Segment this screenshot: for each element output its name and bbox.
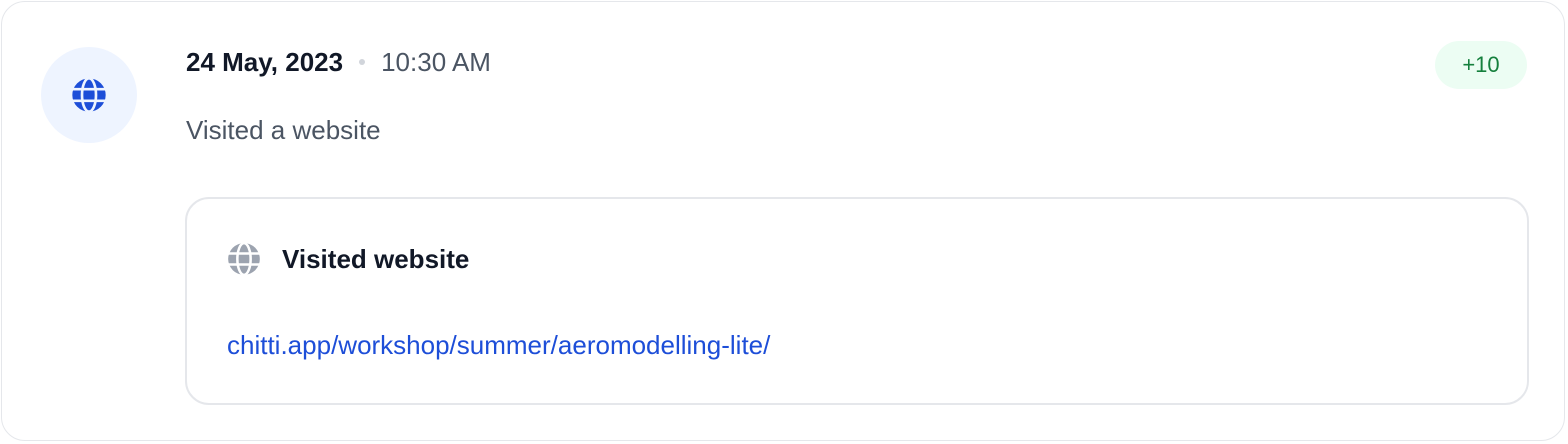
globe-icon: [69, 75, 109, 115]
website-link[interactable]: chitti.app/workshop/summer/aeromodelling…: [227, 327, 770, 363]
separator-dot: [359, 59, 366, 65]
detail-header: Visited website: [225, 239, 469, 279]
activity-description: Visited a website: [186, 115, 381, 145]
activity-date: 24 May, 2023: [186, 47, 344, 77]
activity-time: 10:30 AM: [381, 47, 491, 77]
globe-icon: [225, 240, 263, 278]
activity-card: 24 May, 2023 10:30 AM +10 Visited a webs…: [1, 1, 1565, 441]
detail-title: Visited website: [282, 244, 470, 274]
points-badge: +10: [1435, 41, 1527, 89]
detail-card: Visited website chitti.app/workshop/summ…: [185, 197, 1529, 405]
activity-avatar: [41, 47, 137, 143]
activity-meta: 24 May, 2023 10:30 AM: [186, 44, 491, 80]
